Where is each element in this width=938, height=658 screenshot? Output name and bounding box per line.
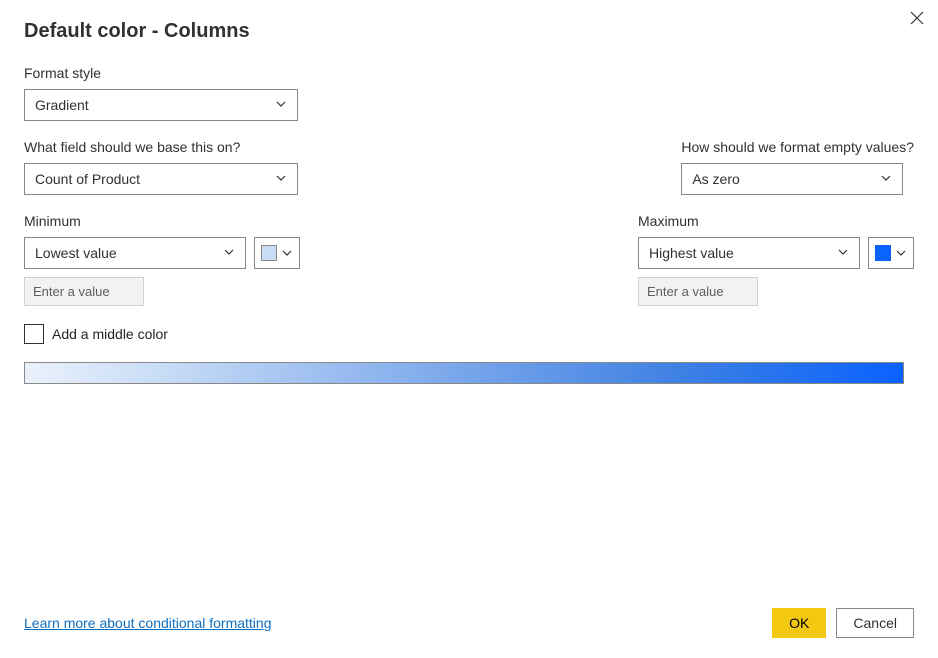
empty-values-label: How should we format empty values? bbox=[681, 139, 914, 155]
minimum-value-input[interactable] bbox=[24, 277, 144, 306]
base-field-select[interactable]: Count of Product bbox=[24, 163, 298, 195]
minimum-value: Lowest value bbox=[35, 245, 117, 261]
minimum-label: Minimum bbox=[24, 213, 300, 229]
middle-color-label: Add a middle color bbox=[52, 326, 168, 342]
base-field-value: Count of Product bbox=[35, 171, 140, 187]
learn-more-link[interactable]: Learn more about conditional formatting bbox=[24, 615, 271, 631]
minimum-color-picker[interactable] bbox=[254, 237, 300, 269]
chevron-down-icon bbox=[275, 97, 287, 113]
maximum-value: Highest value bbox=[649, 245, 734, 261]
chevron-down-icon bbox=[837, 245, 849, 261]
close-button[interactable] bbox=[910, 10, 924, 28]
close-icon bbox=[910, 11, 924, 25]
chevron-down-icon bbox=[223, 245, 235, 261]
cancel-button[interactable]: Cancel bbox=[836, 608, 914, 638]
middle-color-checkbox[interactable] bbox=[24, 324, 44, 344]
minimum-select[interactable]: Lowest value bbox=[24, 237, 246, 269]
minimum-color-swatch bbox=[261, 245, 277, 261]
maximum-value-input[interactable] bbox=[638, 277, 758, 306]
format-style-select[interactable]: Gradient bbox=[24, 89, 298, 121]
empty-values-select[interactable]: As zero bbox=[681, 163, 903, 195]
maximum-select[interactable]: Highest value bbox=[638, 237, 860, 269]
maximum-label: Maximum bbox=[638, 213, 914, 229]
chevron-down-icon bbox=[275, 171, 287, 187]
chevron-down-icon bbox=[895, 247, 907, 259]
format-style-value: Gradient bbox=[35, 97, 89, 113]
dialog-title: Default color - Columns bbox=[24, 20, 914, 43]
ok-button[interactable]: OK bbox=[772, 608, 826, 638]
empty-values-value: As zero bbox=[692, 171, 739, 187]
maximum-color-picker[interactable] bbox=[868, 237, 914, 269]
maximum-color-swatch bbox=[875, 245, 891, 261]
chevron-down-icon bbox=[281, 247, 293, 259]
format-style-label: Format style bbox=[24, 65, 914, 81]
chevron-down-icon bbox=[880, 171, 892, 187]
base-field-label: What field should we base this on? bbox=[24, 139, 298, 155]
gradient-preview bbox=[24, 362, 904, 384]
